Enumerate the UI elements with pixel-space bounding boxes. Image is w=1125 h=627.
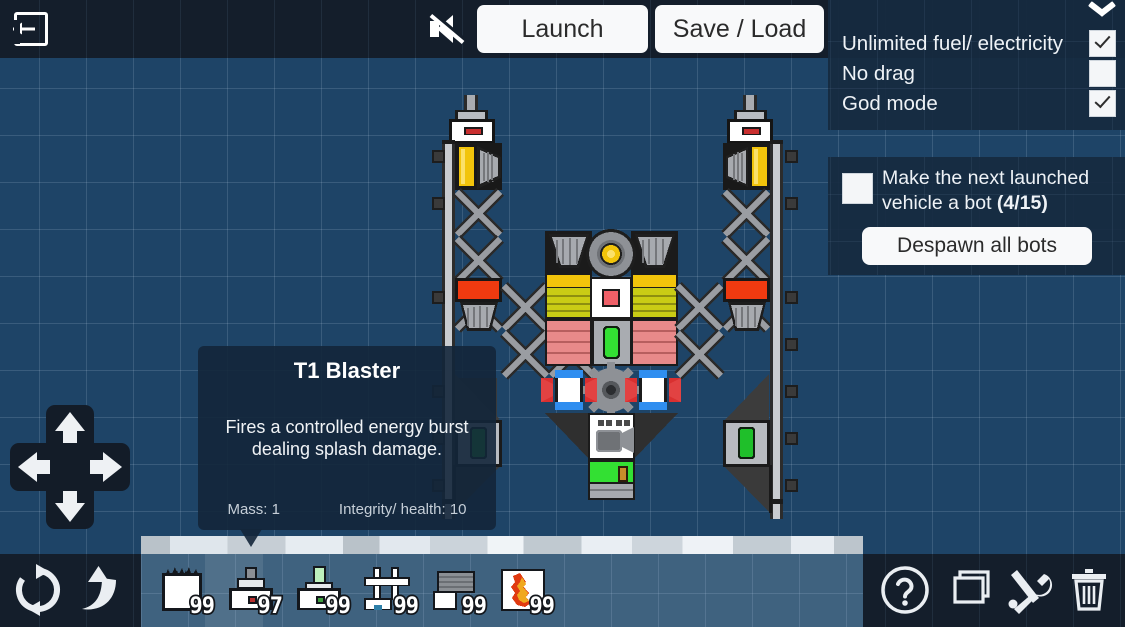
checkbox-god-mode[interactable] (1089, 90, 1116, 117)
game-root: Launch Save / Load Unlimited fuel/ elect… (0, 0, 1125, 627)
part-count-battery: 99 (324, 592, 353, 621)
help-icon[interactable] (877, 562, 933, 618)
tools-icon[interactable] (1000, 562, 1056, 618)
part-count-plate: 99 (460, 592, 489, 621)
dpad-left-stem[interactable] (36, 460, 50, 474)
dpad-left-icon[interactable] (18, 452, 37, 482)
dpad-right-stem[interactable] (90, 460, 104, 474)
part-slot-battery[interactable]: 99 (292, 565, 353, 621)
bottom-toolbar: 99 97 99 99 99 99 (0, 554, 1125, 627)
dpad-down-stem[interactable] (63, 491, 77, 505)
part-slot-plate[interactable]: 99 (428, 565, 489, 621)
part-count-structure-block: 99 (188, 592, 217, 621)
tooltip-integrity: Integrity/ health: 10 (338, 501, 467, 518)
tooltip-stats: Mass: 1 Integrity/ health: 10 (198, 501, 496, 518)
bot-panel: Make the next launched vehicle a bot (4/… (828, 157, 1125, 275)
rotate-icon[interactable] (10, 562, 66, 618)
chevron-down-icon[interactable] (1087, 4, 1117, 26)
part-slot-explosive[interactable]: 99 (496, 565, 557, 621)
trash-icon[interactable] (1061, 562, 1117, 618)
exit-icon[interactable] (13, 12, 48, 46)
pan-dpad[interactable] (8, 403, 132, 531)
tooltip-pointer (240, 529, 262, 547)
checkbox-make-bot[interactable] (842, 173, 873, 204)
mute-icon[interactable] (428, 12, 465, 46)
save-load-button[interactable]: Save / Load (655, 5, 824, 53)
part-slot-connector[interactable]: 99 (360, 565, 421, 621)
bot-panel-text: Make the next launched vehicle a bot (4/… (882, 166, 1119, 216)
part-tooltip: T1 Blaster Fires a controlled energy bur… (198, 346, 496, 547)
part-slot-structure-block[interactable]: 99 (156, 565, 217, 621)
option-row-no-drag[interactable]: No drag (828, 59, 1125, 88)
tooltip-mass: Mass: 1 (227, 501, 280, 518)
option-label-god-mode: God mode (842, 92, 938, 115)
checkbox-unlimited-fuel[interactable] (1089, 30, 1116, 57)
part-slot-thruster[interactable]: 97 (224, 565, 285, 621)
dpad-up-stem[interactable] (63, 429, 77, 443)
flip-icon[interactable] (72, 562, 128, 618)
tooltip-title: T1 Blaster (293, 358, 401, 383)
dpad-right-icon[interactable] (103, 452, 122, 482)
bot-counter: (4/15) (996, 192, 1048, 214)
option-label-unlimited-fuel: Unlimited fuel/ electricity (842, 32, 1064, 55)
check-tick-icon (1094, 31, 1111, 49)
exit-gap (14, 20, 20, 44)
part-count-thruster: 97 (256, 592, 285, 621)
checkbox-no-drag[interactable] (1089, 60, 1116, 87)
bot-text-line2: vehicle a bot (882, 192, 997, 214)
option-row-unlimited-fuel[interactable]: Unlimited fuel/ electricity (828, 29, 1125, 58)
part-count-explosive: 99 (528, 592, 557, 621)
part-count-connector: 99 (392, 592, 421, 621)
check-tick-icon (1094, 91, 1111, 109)
tooltip-description: Fires a controlled energy burst dealing … (225, 417, 469, 459)
parts-strip[interactable]: 99 97 99 99 99 99 (141, 554, 863, 627)
dpad-down-icon[interactable] (55, 503, 85, 522)
bot-text-line1: Make the next launched (882, 167, 1090, 189)
option-label-no-drag: No drag (842, 62, 915, 85)
launch-button[interactable]: Launch (477, 5, 648, 53)
copy-icon[interactable] (939, 562, 995, 618)
options-panel: Unlimited fuel/ electricity No drag God … (828, 0, 1125, 130)
option-row-god-mode[interactable]: God mode (828, 89, 1125, 118)
despawn-all-bots-button[interactable]: Despawn all bots (862, 227, 1092, 265)
